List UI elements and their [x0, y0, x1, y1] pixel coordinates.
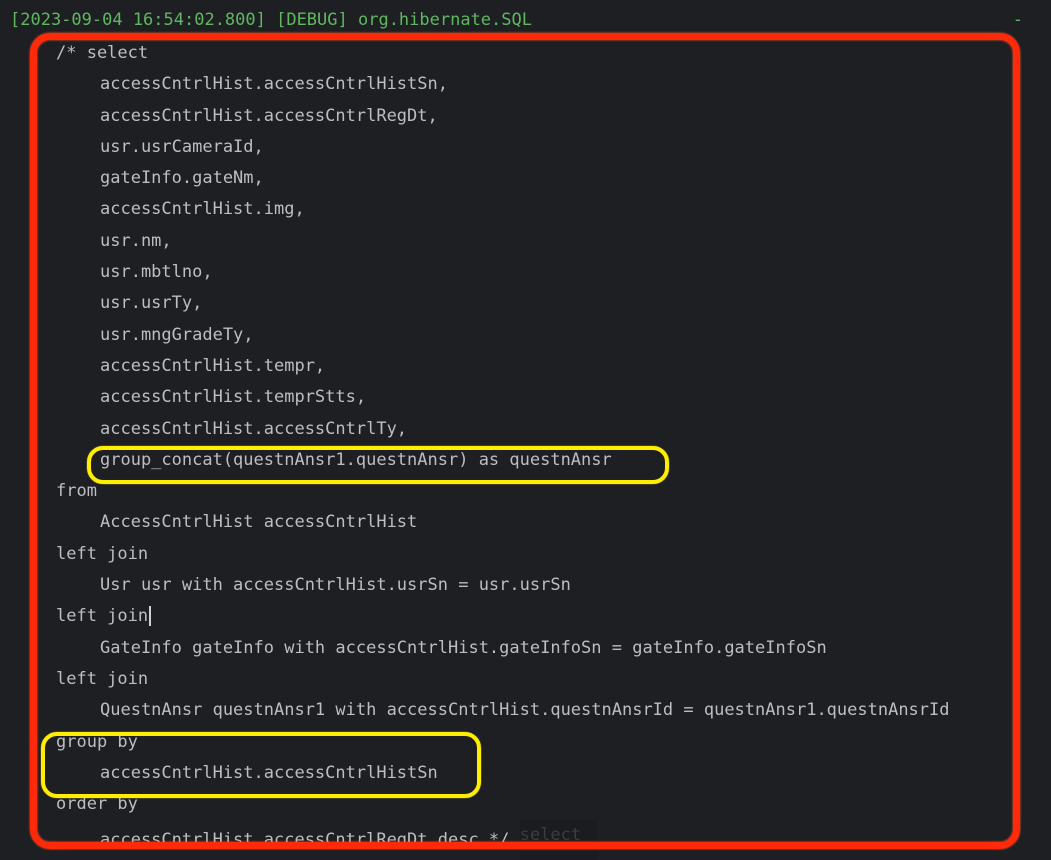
yellow-annotation-group-by [41, 732, 481, 798]
log-header: [2023-09-04 16:54:02.800] [DEBUG] org.hi… [10, 10, 532, 30]
red-annotation-outline [30, 33, 1020, 849]
yellow-annotation-group-concat [87, 446, 669, 484]
log-header-trailing-dash: - [1012, 10, 1023, 30]
console-output: [2023-09-04 16:54:02.800] [DEBUG] org.hi… [0, 0, 1051, 860]
